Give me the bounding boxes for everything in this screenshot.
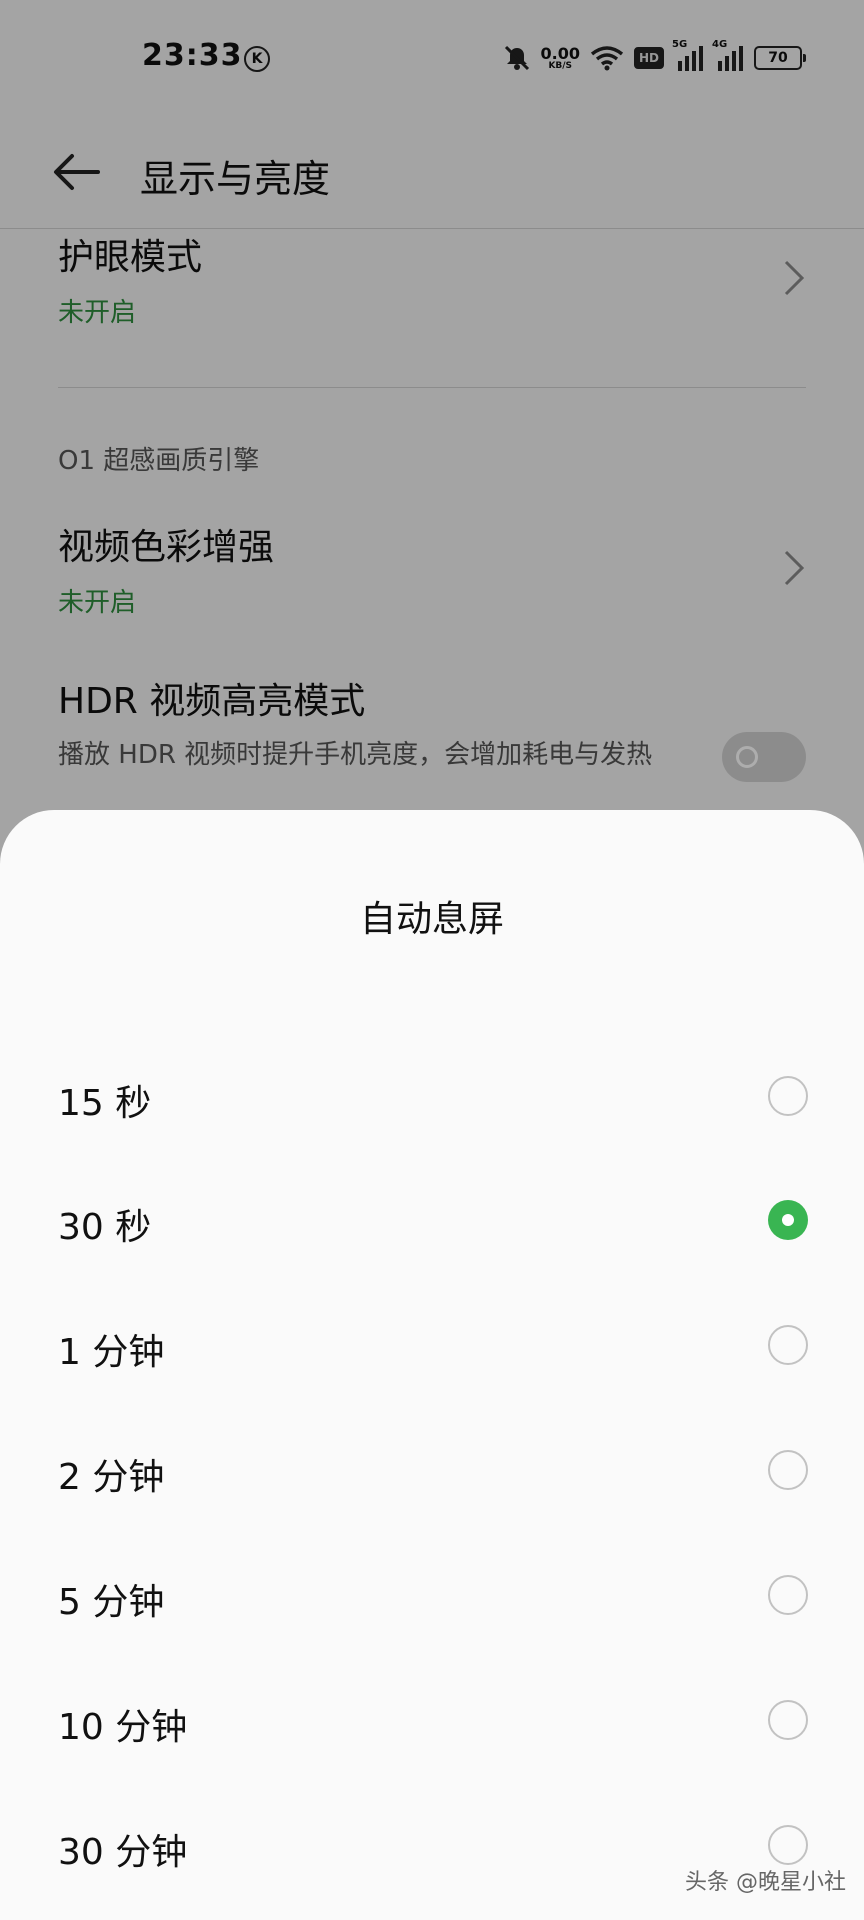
radio-button[interactable] xyxy=(768,1450,808,1490)
screen-timeout-sheet: 自动息屏 15 秒 30 秒 1 分钟 2 分钟 5 分钟 10 分钟 30 分… xyxy=(0,810,864,1920)
option-label: 30 秒 xyxy=(58,1207,152,1248)
option-15s[interactable]: 15 秒 xyxy=(0,1036,864,1160)
sheet-title: 自动息屏 xyxy=(359,899,504,940)
option-10min[interactable]: 10 分钟 xyxy=(0,1660,864,1784)
radio-button[interactable] xyxy=(768,1575,808,1615)
option-label: 2 分钟 xyxy=(58,1457,165,1498)
radio-button[interactable] xyxy=(768,1325,808,1365)
option-label: 30 分钟 xyxy=(58,1832,188,1873)
radio-button[interactable] xyxy=(768,1825,808,1865)
option-label: 1 分钟 xyxy=(58,1332,165,1373)
option-label: 15 秒 xyxy=(58,1083,152,1124)
watermark: 头条 @晚星小社 xyxy=(685,1870,846,1895)
option-5min[interactable]: 5 分钟 xyxy=(0,1535,864,1659)
radio-button[interactable] xyxy=(768,1076,808,1116)
option-label: 10 分钟 xyxy=(58,1707,188,1748)
option-label: 5 分钟 xyxy=(58,1582,165,1623)
radio-button[interactable] xyxy=(768,1700,808,1740)
option-2min[interactable]: 2 分钟 xyxy=(0,1410,864,1534)
option-1min[interactable]: 1 分钟 xyxy=(0,1285,864,1409)
option-30s[interactable]: 30 秒 xyxy=(0,1160,864,1284)
radio-button-checked[interactable] xyxy=(768,1200,808,1240)
